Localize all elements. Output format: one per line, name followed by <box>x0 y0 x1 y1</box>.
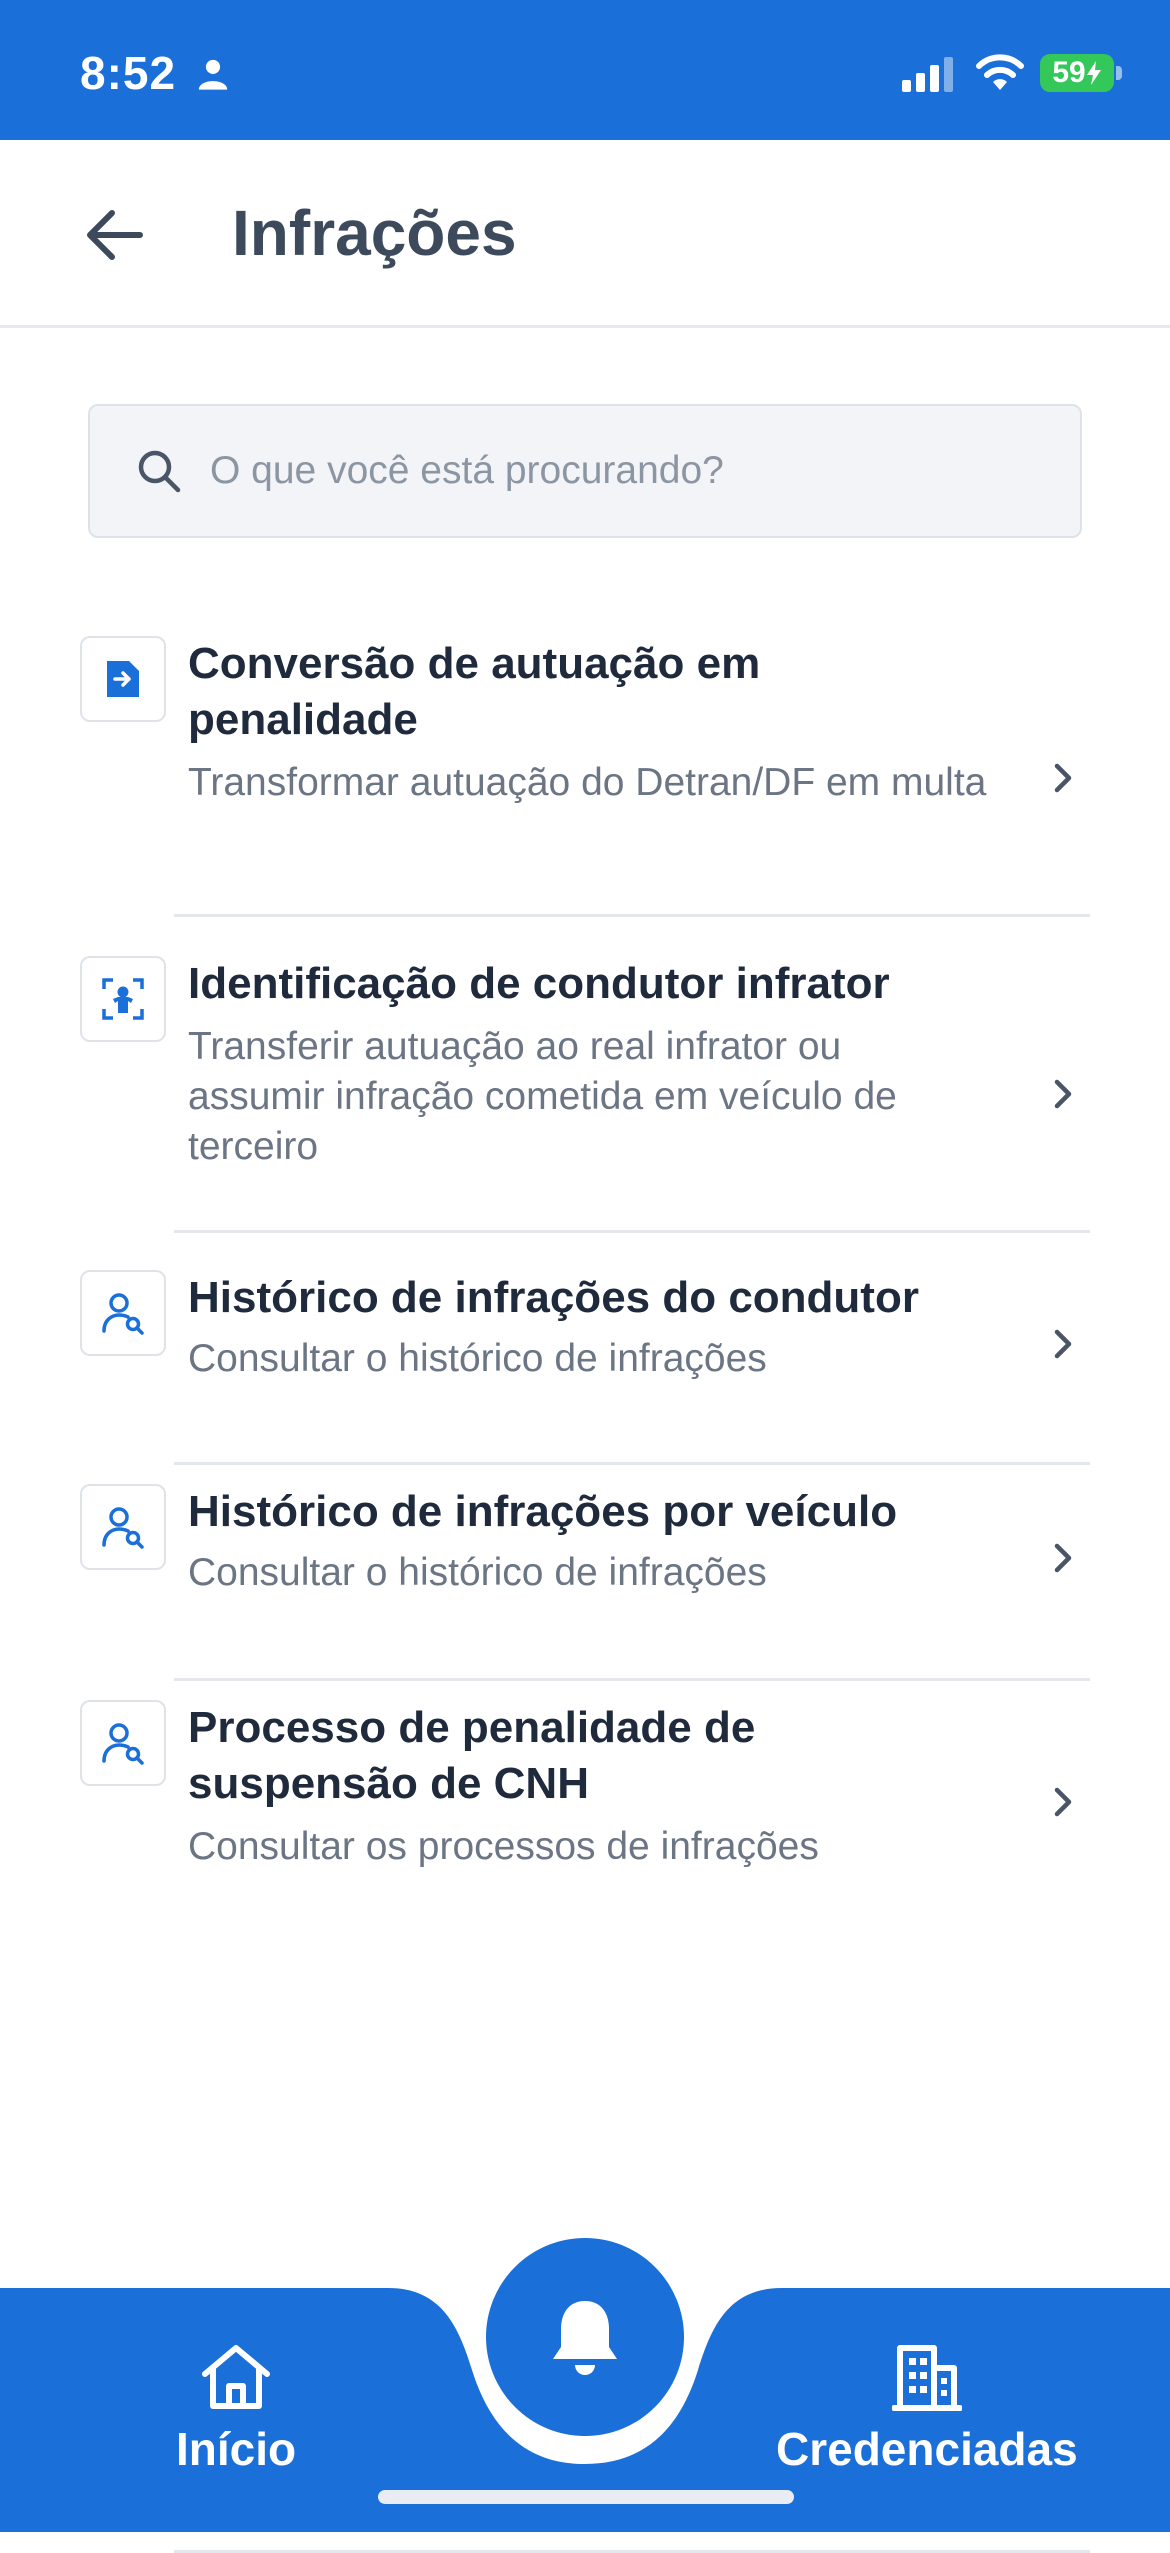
item-title: Histórico de infrações por veículo <box>188 1487 898 1536</box>
chevron-right-icon <box>1054 1543 1072 1573</box>
home-indicator <box>378 2490 794 2504</box>
item-icon-box <box>80 636 166 722</box>
item-description: Consultar os processos de infrações <box>188 1825 819 1868</box>
search-bar[interactable] <box>88 404 1082 538</box>
divider <box>174 1462 1090 1465</box>
item-icon-box <box>80 1700 166 1786</box>
person-search-icon <box>102 1293 144 1335</box>
item-icon-box <box>80 1270 166 1356</box>
search-input[interactable] <box>210 406 1050 536</box>
wifi-icon <box>976 54 1024 90</box>
status-time: 8:52 <box>80 47 177 99</box>
chevron-right-icon <box>1054 1329 1072 1359</box>
person-scan-icon <box>102 978 144 1020</box>
notifications-button[interactable] <box>486 2238 684 2436</box>
page-title: Infrações <box>232 197 517 269</box>
item-icon-box <box>80 1484 166 1570</box>
item-title: Processo de penalidade de suspensão de C… <box>188 1703 756 1808</box>
item-description: Transformar autuação do Detran/DF em mul… <box>188 761 987 804</box>
battery-tip <box>1116 66 1122 80</box>
page-header: Infrações <box>0 140 1170 328</box>
item-description: Consultar o histórico de infrações <box>188 1337 767 1380</box>
battery-indicator: 59 <box>1040 54 1114 92</box>
cellular-signal-icon <box>902 57 953 92</box>
status-bar: 8:52 59 <box>0 0 1170 140</box>
item-title: Conversão de autuação em penalidade <box>188 639 761 744</box>
item-description: Transferir autuação ao real infrator ou … <box>188 1025 897 1168</box>
file-arrow-icon <box>107 661 139 697</box>
battery-level: 59 <box>1052 56 1086 89</box>
back-arrow-icon[interactable] <box>80 200 150 270</box>
nav-home-label: Início <box>176 2423 297 2475</box>
search-icon <box>138 450 181 493</box>
person-search-icon <box>102 1723 144 1765</box>
building-icon <box>891 2345 962 2411</box>
chevron-right-icon <box>1054 1079 1072 1109</box>
item-description: Consultar o histórico de infrações <box>188 1551 767 1594</box>
divider <box>174 1678 1090 1681</box>
chevron-right-icon <box>1054 763 1072 793</box>
item-title: Histórico de infrações do condutor <box>188 1273 919 1322</box>
person-search-icon <box>102 1507 144 1549</box>
charging-bolt-icon <box>1086 61 1101 85</box>
divider <box>174 914 1090 917</box>
item-icon-box <box>80 956 166 1042</box>
chevron-right-icon <box>1054 1787 1072 1817</box>
person-icon <box>198 59 228 90</box>
item-title: Identificação de condutor infrator <box>188 959 890 1008</box>
nav-home[interactable]: Início <box>176 2342 296 2476</box>
nav-credentials-label: Credenciadas <box>776 2423 1078 2475</box>
bell-icon <box>553 2301 617 2375</box>
nav-credentials[interactable]: Credenciadas <box>776 2342 1078 2476</box>
divider <box>174 1230 1090 1233</box>
home-icon <box>202 2345 271 2409</box>
